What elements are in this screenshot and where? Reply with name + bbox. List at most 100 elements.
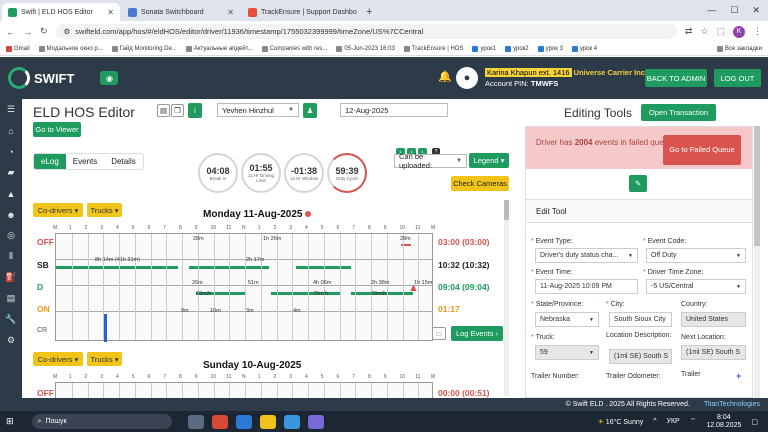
comment-icon[interactable]: ▭ [432,327,446,340]
scrollbar[interactable] [504,200,509,396]
upload-filter-select[interactable]: Can be uploaded: ▼ [394,152,467,170]
bookmark-gmail[interactable]: Gmail [6,45,30,52]
browser-tab-sonata[interactable]: Sonata Switchboard ✕ [122,3,240,21]
date-input[interactable]: 12-Aug-2025 [340,103,448,117]
new-tab-icon[interactable]: + [366,6,372,18]
swift-logo[interactable]: SWIFT [8,67,74,89]
close-icon[interactable]: ✕ [107,8,114,17]
notification-icon[interactable]: ▢ [751,418,758,426]
legend-button[interactable]: Legend ▾ [469,153,509,168]
clock[interactable]: 8:04 12.08.2025 [706,414,741,430]
location-icon[interactable]: ◎ [0,225,22,246]
road-icon[interactable]: ⦀ [0,246,22,267]
event-code-select[interactable]: Off Duty ▼ [646,248,746,263]
back-arrow-icon[interactable]: ← [6,27,15,37]
window-close-icon[interactable]: ✕ [752,5,760,16]
driver-tz-select[interactable]: -5 US/Central ▼ [646,279,746,294]
url-input[interactable]: ⚙ swifteld.com/app/hos/#/eldHOS/editor/dr… [55,24,677,39]
open-transaction-button[interactable]: Open Transaction [641,104,716,121]
city-input[interactable]: South Sioux City [609,312,672,327]
back-to-admin-button[interactable]: BACK TO ADMIN [645,69,707,87]
fuel-icon[interactable]: ⛽ [0,267,22,288]
site-info-icon[interactable]: ⚙ [64,27,71,36]
settings-icon[interactable]: ⚙ [0,330,22,351]
pencil-icon[interactable]: ✎ [629,175,647,192]
cr-marker[interactable] [104,314,107,342]
go-to-viewer-button[interactable]: Go to Viewer [33,122,81,137]
forward-arrow-icon[interactable]: → [23,27,32,37]
copy-icon[interactable]: ❐ [171,104,184,117]
wrench-icon[interactable]: 🔧 [0,309,22,330]
menu-icon[interactable]: ☰ [0,99,22,120]
extensions-icon[interactable]: ⬚ [716,26,725,37]
tray-chevron-icon[interactable]: ^ [653,418,656,425]
weather-widget[interactable]: ☀ 16°C Sunny [598,418,644,426]
tab-details[interactable]: Details [104,154,142,169]
bookmark-item[interactable]: Модальное окно р... [38,45,103,52]
dashboard-icon[interactable]: ◔ [0,141,22,162]
chrome-icon[interactable] [211,414,228,429]
all-bookmarks[interactable]: Все закладки [716,45,762,52]
reload-icon[interactable]: ↻ [40,26,48,37]
tab-events[interactable]: Events [66,154,104,169]
bookmark-item[interactable]: TrackEnsure | HOS [403,45,463,52]
reports-icon[interactable]: ▤ [0,288,22,309]
check-cameras-button[interactable]: Check Cameras [451,176,509,191]
sb-segment[interactable] [56,266,178,269]
state-select[interactable]: Nebraska ▼ [535,312,599,327]
document-icon[interactable]: ▤ [157,104,170,117]
language-indicator[interactable]: УКР [667,418,680,425]
bookmark-item[interactable]: Актуальные апдейт... [185,45,253,52]
truck-select[interactable]: 59 ▼ [535,345,599,360]
maximize-icon[interactable]: ☐ [730,5,738,16]
profile-avatar[interactable]: K [733,25,745,38]
driver-profile-icon[interactable]: ♟ [303,103,317,118]
bookmark-item[interactable]: Companies with res... [261,45,327,52]
d-segment[interactable] [271,292,341,295]
eye-icon[interactable]: ◉ [100,71,119,85]
bookmark-item[interactable]: урок1 [472,45,496,52]
close-icon[interactable]: ✕ [227,8,234,17]
logout-button[interactable]: LOG OUT [714,69,761,87]
users-icon[interactable]: ☻ [0,204,22,225]
info-icon[interactable]: i [188,103,202,118]
translate-icon[interactable]: ⇄ [685,26,693,37]
user-avatar-icon[interactable]: ● [456,67,478,89]
bell-icon[interactable]: 🔔 [438,70,452,83]
add-trailer-icon[interactable]: + [736,371,741,381]
minimize-icon[interactable]: — [707,5,716,16]
bookmark-item[interactable]: урок2 [505,45,529,52]
bookmark-item[interactable]: урок 4 [571,45,597,52]
store-icon[interactable] [283,414,300,429]
bookmark-item[interactable]: урок 3 [537,45,563,52]
bookmark-item[interactable]: 05-Jun-2023 16:03 [336,45,395,52]
home-icon[interactable]: ⌂ [0,120,22,141]
edge-icon[interactable] [235,414,252,429]
explorer-icon[interactable] [259,414,276,429]
browser-menu-icon[interactable]: ⋮ [753,26,762,37]
browser-tab-swift[interactable]: Swift | ELD HOS Editor ✕ [2,3,120,21]
task-view-icon[interactable] [187,414,204,429]
wifi-icon[interactable]: ⌔ [690,417,697,426]
tab-elog[interactable]: eLog [34,154,66,169]
trucks-button[interactable]: Trucks ▾ [87,203,122,217]
log-events-button[interactable]: Log Events › [451,326,503,341]
bookmark-star-icon[interactable]: ☆ [700,26,708,37]
go-to-failed-queue-button[interactable]: Go to Failed Queue [663,135,741,165]
event-time-input[interactable]: 11-Aug-2025 10:09 PM [535,279,638,294]
bookmark-item[interactable]: Гайд Monitoring De... [111,45,177,52]
tools-scrollbar[interactable] [754,126,760,398]
alert-icon[interactable]: ▲ [0,183,22,204]
taskbar-search[interactable]: ⌕ Пошук [31,414,172,429]
event-type-select[interactable]: Driver's duty status cha... ▼ [535,248,638,263]
co-drivers-button[interactable]: Co-drivers ▾ [33,203,83,217]
hos-graph[interactable]: ▲ [55,233,433,342]
truck-icon[interactable]: ▰ [0,162,22,183]
windows-start-icon[interactable]: ⊞ [6,416,14,427]
co-drivers-button[interactable]: Co-drivers ▾ [33,352,83,366]
app-icon[interactable] [307,414,324,429]
trucks-button[interactable]: Trucks ▾ [87,352,122,366]
hos-graph[interactable] [55,382,433,398]
driver-select[interactable]: Yevhen Hinzhul ▼ [217,103,299,117]
browser-tab-trackensure[interactable]: TrackEnsure | Support Dashbo✕ [242,3,360,21]
